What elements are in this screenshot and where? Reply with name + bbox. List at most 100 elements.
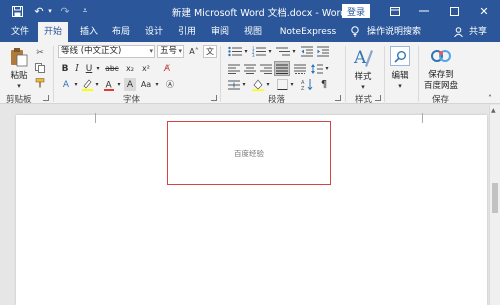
clear-formatting-icon[interactable]: A̸ (160, 62, 174, 75)
lightbulb-icon[interactable] (349, 22, 361, 42)
styles-icon[interactable]: A (352, 45, 374, 69)
chevron-down-icon[interactable]: ▾ (265, 78, 271, 91)
collapse-ribbon-icon[interactable]: ˄ (485, 92, 495, 105)
vertical-scrollbar[interactable]: ▲ (489, 105, 500, 305)
text-effects-icon[interactable]: A (60, 78, 72, 91)
group-separator (53, 46, 54, 102)
text-box-content[interactable]: 百度经验 (168, 148, 330, 159)
character-shading-icon[interactable]: A (124, 78, 136, 91)
line-spacing-icon[interactable] (310, 62, 324, 75)
person-icon[interactable] (452, 22, 464, 42)
tab-review[interactable]: 审阅 (207, 22, 233, 42)
minimize-icon[interactable] (410, 0, 438, 22)
chevron-down-icon[interactable]: ▾ (358, 80, 368, 93)
font-family-select[interactable]: 等线 (中文正文) ▾ (58, 45, 155, 58)
shading-icon[interactable] (251, 78, 265, 91)
clipboard-group-label: 剪贴板 (6, 95, 32, 105)
grow-shrink-font-icon[interactable]: A˄ (187, 45, 201, 58)
chevron-down-icon[interactable]: ▾ (94, 78, 100, 91)
enclose-character-icon[interactable]: Ⓐ (164, 78, 176, 91)
chevron-down-icon[interactable]: ▾ (395, 79, 405, 92)
save-icon[interactable] (10, 4, 24, 18)
svg-text:Z: Z (301, 86, 305, 90)
underline-icon[interactable]: U (84, 62, 94, 75)
chevron-down-icon[interactable]: ▾ (243, 45, 249, 58)
subscript-icon[interactable]: x₂ (123, 62, 137, 75)
highlight-icon[interactable] (81, 78, 93, 91)
strikethrough-icon[interactable]: abc (103, 62, 121, 75)
change-case-icon[interactable]: Aa (139, 78, 153, 91)
save-to-label-line2: 百度网盘 (423, 81, 458, 91)
undo-icon[interactable]: ↶ (32, 4, 46, 18)
chinese-layout-icon[interactable] (227, 78, 241, 91)
multilevel-list-icon[interactable] (275, 45, 291, 58)
find-icon[interactable] (390, 46, 410, 66)
title-bar: ↶ ▾ ↷ ⩡ 新建 Microsoft Word 文档.docx - Word… (0, 0, 500, 22)
ribbon-display-icon[interactable] (381, 0, 409, 22)
distributed-icon[interactable] (293, 62, 307, 75)
format-painter-icon[interactable] (34, 76, 46, 89)
styles-group-label: 样式 (355, 95, 373, 105)
share-button[interactable]: 共享 (466, 22, 490, 42)
sort-icon[interactable]: AZ (300, 78, 314, 91)
borders-icon[interactable] (275, 78, 289, 91)
customize-icon[interactable]: ⩡ (80, 4, 90, 18)
copy-icon[interactable] (34, 61, 46, 74)
tab-design[interactable]: 设计 (141, 22, 167, 42)
svg-text:3: 3 (252, 53, 255, 57)
maximize-icon[interactable] (440, 0, 468, 22)
tab-view[interactable]: 视图 (240, 22, 266, 42)
tab-insert[interactable]: 插入 (76, 22, 102, 42)
tab-home[interactable]: 开始 (38, 22, 68, 42)
paragraph-launcher-icon[interactable] (335, 95, 341, 101)
align-left-icon[interactable] (227, 62, 241, 75)
document-page[interactable]: 百度经验 (16, 113, 487, 305)
text-box[interactable]: 百度经验 (167, 121, 331, 185)
chevron-down-icon[interactable]: ▾ (95, 62, 101, 75)
tell-me-search[interactable]: 操作说明搜索 (365, 22, 423, 42)
margin-marker (88, 113, 96, 123)
cut-icon[interactable]: ✂ (34, 46, 46, 59)
margin-marker (422, 113, 430, 123)
align-right-icon[interactable] (259, 62, 273, 75)
styles-launcher-icon[interactable] (375, 95, 381, 101)
tab-noteexpress[interactable]: NoteExpress (277, 22, 339, 42)
close-icon[interactable]: ✕ (470, 0, 498, 22)
bullets-icon[interactable] (227, 45, 243, 58)
paste-dropdown-icon[interactable]: ▾ (10, 79, 28, 92)
phonetic-guide-icon[interactable]: 文 (203, 45, 217, 58)
chevron-down-icon[interactable]: ▾ (241, 78, 247, 91)
scroll-up-icon[interactable]: ▲ (491, 107, 496, 114)
chevron-down-icon[interactable]: ▾ (289, 78, 295, 91)
font-size-select[interactable]: 五号 ▾ (157, 45, 184, 58)
tab-references[interactable]: 引用 (174, 22, 200, 42)
chevron-down-icon[interactable]: ▾ (291, 45, 297, 58)
chevron-down-icon[interactable]: ▾ (73, 78, 79, 91)
scrollbar-thumb[interactable] (492, 183, 498, 213)
tab-layout[interactable]: 布局 (108, 22, 134, 42)
chevron-down-icon[interactable]: ▾ (267, 45, 273, 58)
redo-icon[interactable]: ↷ (58, 4, 72, 18)
justify-icon[interactable] (274, 61, 290, 76)
login-button[interactable]: 登录 (342, 4, 370, 18)
decrease-indent-icon[interactable] (300, 45, 314, 58)
ribbon: 粘贴 ▾ ✂ 剪贴板 等线 (中文正文) ▾ 五号 ▾ A˄ 文 B I U ▾… (0, 42, 500, 105)
undo-dropdown-icon[interactable]: ▾ (46, 4, 54, 18)
increase-indent-icon[interactable] (316, 45, 330, 58)
bold-icon[interactable]: B (60, 62, 70, 75)
chevron-down-icon[interactable]: ▾ (324, 62, 330, 75)
superscript-icon[interactable]: x² (139, 62, 153, 75)
italic-icon[interactable]: I (72, 62, 82, 75)
show-formatting-icon[interactable]: ¶ (318, 78, 330, 91)
chevron-down-icon[interactable]: ▾ (116, 78, 122, 91)
clipboard-launcher-icon[interactable] (43, 95, 49, 101)
paste-icon[interactable] (9, 46, 29, 68)
align-center-icon[interactable] (243, 62, 257, 75)
numbering-icon[interactable]: 123 (251, 45, 267, 58)
baidu-netdisk-icon[interactable] (430, 47, 452, 65)
font-launcher-icon[interactable] (211, 95, 217, 101)
chevron-down-icon[interactable]: ▾ (154, 78, 160, 91)
group-separator (418, 46, 419, 102)
tab-file[interactable]: 文件 (6, 22, 34, 42)
font-color-icon[interactable]: A (103, 78, 115, 91)
